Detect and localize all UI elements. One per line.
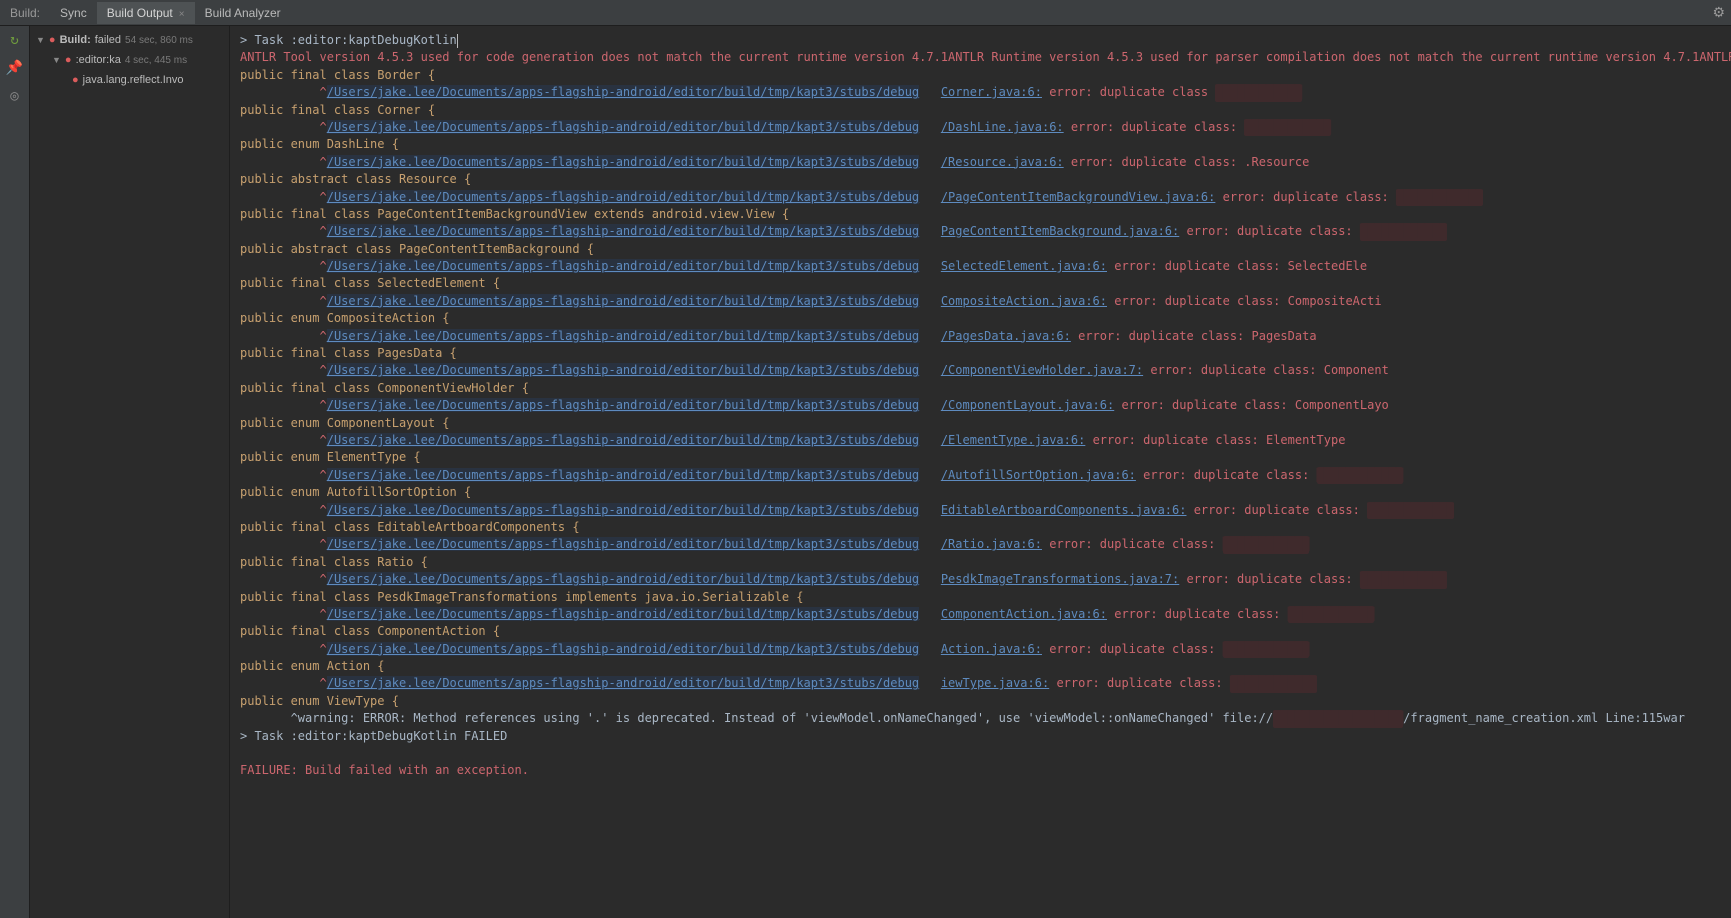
decl-line: public enum ViewType { xyxy=(240,694,399,708)
file-ref[interactable]: SelectedElement.java:6: xyxy=(941,259,1107,273)
error-icon: ● xyxy=(72,74,79,86)
decl-line: public abstract class PageContentItemBac… xyxy=(240,242,594,256)
error-msg: error: duplicate class: xyxy=(1114,259,1280,273)
close-icon[interactable]: × xyxy=(179,9,185,20)
file-ref[interactable]: /AutofillSortOption.java:6: xyxy=(941,468,1136,482)
decl-line: public final class Ratio { xyxy=(240,555,428,569)
file-ref[interactable]: /DashLine.java:6: xyxy=(941,120,1064,134)
error-msg: error: duplicate class: xyxy=(1186,224,1352,238)
chevron-down-icon: ▼ xyxy=(52,55,61,65)
tree-module[interactable]: ▼ ● :editor:ka 4 sec, 445 ms xyxy=(32,50,227,70)
decl-line: public enum DashLine { xyxy=(240,137,399,151)
file-ref[interactable]: Action.java:6: xyxy=(941,642,1042,656)
error-msg: error: duplicate class xyxy=(1049,85,1208,99)
error-icon: ● xyxy=(65,54,72,66)
gutter: ↻ 📌 ◎ xyxy=(0,26,30,918)
file-ref[interactable]: iewType.java:6: xyxy=(941,676,1049,690)
decl-line: public abstract class Resource { xyxy=(240,172,471,186)
decl-line: public final class PagesData { xyxy=(240,346,457,360)
task-failed: > Task :editor:kaptDebugKotlin FAILED xyxy=(240,729,507,743)
file-link[interactable]: /Users/jake.lee/Documents/apps-flagship-… xyxy=(327,329,919,343)
console-output[interactable]: > Task :editor:kaptDebugKotlin ANTLR Too… xyxy=(230,26,1731,918)
file-link[interactable]: /Users/jake.lee/Documents/apps-flagship-… xyxy=(327,676,919,690)
error-msg: error: duplicate class: xyxy=(1078,329,1244,343)
file-ref[interactable]: /PageContentItemBackgroundView.java:6: xyxy=(941,190,1216,204)
file-ref[interactable]: EditableArtboardComponents.java:6: xyxy=(941,503,1187,517)
file-link[interactable]: /Users/jake.lee/Documents/apps-flagship-… xyxy=(327,572,919,586)
file-link[interactable]: /Users/jake.lee/Documents/apps-flagship-… xyxy=(327,468,919,482)
file-ref[interactable]: /ComponentViewHolder.java:7: xyxy=(941,363,1143,377)
file-link[interactable]: /Users/jake.lee/Documents/apps-flagship-… xyxy=(327,190,919,204)
error-msg: error: duplicate class: xyxy=(1093,433,1259,447)
build-tree[interactable]: ▼ ● Build: failed 54 sec, 860 ms ▼ ● :ed… xyxy=(30,26,230,918)
file-link[interactable]: /Users/jake.lee/Documents/apps-flagship-… xyxy=(327,85,919,99)
error-msg: error: duplicate class: xyxy=(1223,190,1389,204)
error-msg: error: duplicate class: xyxy=(1186,572,1352,586)
warning-line: ^warning: ERROR: Method references using… xyxy=(240,711,1273,725)
file-link[interactable]: /Users/jake.lee/Documents/apps-flagship-… xyxy=(327,607,919,621)
file-ref[interactable]: /ComponentLayout.java:6: xyxy=(941,398,1114,412)
error-msg: error: duplicate class: xyxy=(1049,537,1215,551)
file-link[interactable]: /Users/jake.lee/Documents/apps-flagship-… xyxy=(327,642,919,656)
file-link[interactable]: /Users/jake.lee/Documents/apps-flagship-… xyxy=(327,537,919,551)
decl-line: public final class PesdkImageTransformat… xyxy=(240,590,804,604)
antlr-warning: ANTLR Tool version 4.5.3 used for code g… xyxy=(240,50,1731,64)
file-ref[interactable]: /Ratio.java:6: xyxy=(941,537,1042,551)
build-label: Build: xyxy=(0,6,50,20)
file-link[interactable]: /Users/jake.lee/Documents/apps-flagship-… xyxy=(327,120,919,134)
error-msg: error: duplicate class: xyxy=(1114,294,1280,308)
decl-line: public final class Border { xyxy=(240,68,435,82)
view-icon[interactable]: ◎ xyxy=(10,88,18,104)
error-msg: error: duplicate class: xyxy=(1071,120,1237,134)
file-link[interactable]: /Users/jake.lee/Documents/apps-flagship-… xyxy=(327,224,919,238)
file-link[interactable]: /Users/jake.lee/Documents/apps-flagship-… xyxy=(327,294,919,308)
error-msg: error: duplicate class: xyxy=(1049,642,1215,656)
file-ref[interactable]: /Resource.java:6: xyxy=(941,155,1064,169)
decl-line: public final class PageContentItemBackgr… xyxy=(240,207,789,221)
failure-line: FAILURE: Build failed with an exception. xyxy=(240,763,529,777)
build-tabbar: Build: Sync Build Output× Build Analyzer… xyxy=(0,0,1731,26)
tree-root[interactable]: ▼ ● Build: failed 54 sec, 860 ms xyxy=(32,30,227,50)
tab-sync[interactable]: Sync xyxy=(50,2,97,24)
error-msg: error: duplicate class: xyxy=(1194,503,1360,517)
pin-icon[interactable]: 📌 xyxy=(6,60,23,76)
decl-line: public final class SelectedElement { xyxy=(240,276,500,290)
rerun-icon[interactable]: ↻ xyxy=(10,32,18,48)
error-msg: error: duplicate class: xyxy=(1150,363,1316,377)
task-line: > Task :editor:kaptDebugKotlin xyxy=(240,33,457,47)
file-link[interactable]: /Users/jake.lee/Documents/apps-flagship-… xyxy=(327,363,919,377)
decl-line: public enum AutofillSortOption { xyxy=(240,485,471,499)
file-link[interactable]: /Users/jake.lee/Documents/apps-flagship-… xyxy=(327,398,919,412)
decl-line: public enum ElementType { xyxy=(240,450,421,464)
file-link[interactable]: /Users/jake.lee/Documents/apps-flagship-… xyxy=(327,155,919,169)
decl-line: public enum ComponentLayout { xyxy=(240,416,450,430)
file-link[interactable]: /Users/jake.lee/Documents/apps-flagship-… xyxy=(327,259,919,273)
file-ref[interactable]: CompositeAction.java:6: xyxy=(941,294,1107,308)
decl-line: public final class EditableArtboardCompo… xyxy=(240,520,580,534)
decl-line: public enum CompositeAction { xyxy=(240,311,450,325)
file-ref[interactable]: ComponentAction.java:6: xyxy=(941,607,1107,621)
error-msg: error: duplicate class: xyxy=(1114,607,1280,621)
file-ref[interactable]: Corner.java:6: xyxy=(941,85,1042,99)
decl-line: public enum Action { xyxy=(240,659,385,673)
file-link[interactable]: /Users/jake.lee/Documents/apps-flagship-… xyxy=(327,503,919,517)
file-ref[interactable]: /PagesData.java:6: xyxy=(941,329,1071,343)
file-ref[interactable]: PageContentItemBackground.java:6: xyxy=(941,224,1179,238)
error-msg: error: duplicate class: xyxy=(1056,676,1222,690)
error-msg: error: duplicate class: xyxy=(1143,468,1309,482)
error-icon: ● xyxy=(49,34,56,46)
tree-exception[interactable]: ● java.lang.reflect.Invo xyxy=(32,70,227,90)
decl-line: public final class ComponentViewHolder { xyxy=(240,381,529,395)
file-ref[interactable]: /ElementType.java:6: xyxy=(941,433,1086,447)
gear-icon[interactable]: ⚙ xyxy=(1712,4,1725,21)
decl-line: public final class ComponentAction { xyxy=(240,624,500,638)
file-ref[interactable]: PesdkImageTransformations.java:7: xyxy=(941,572,1179,586)
error-msg: error: duplicate class: xyxy=(1071,155,1237,169)
error-msg: error: duplicate class: xyxy=(1121,398,1287,412)
tab-build-output[interactable]: Build Output× xyxy=(97,2,195,24)
chevron-down-icon: ▼ xyxy=(36,35,45,45)
file-link[interactable]: /Users/jake.lee/Documents/apps-flagship-… xyxy=(327,433,919,447)
tab-build-analyzer[interactable]: Build Analyzer xyxy=(195,2,291,24)
decl-line: public final class Corner { xyxy=(240,103,435,117)
